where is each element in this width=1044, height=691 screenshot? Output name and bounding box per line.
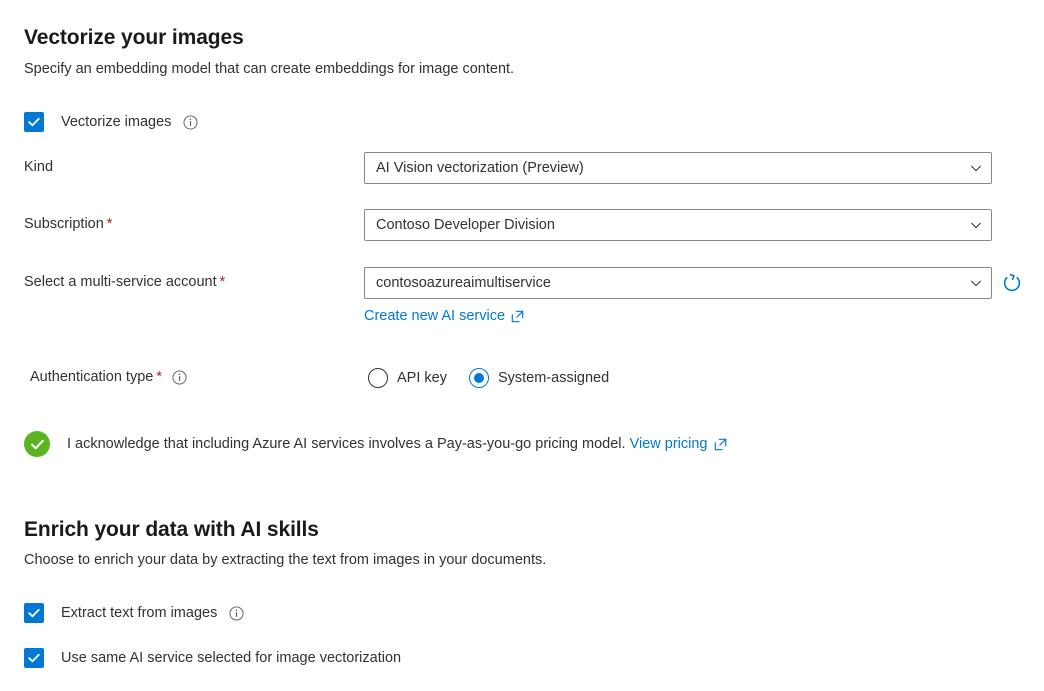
radio-system-assigned-circle[interactable] <box>469 368 489 388</box>
kind-label: Kind <box>24 159 53 175</box>
subscription-label: Subscription* <box>24 216 112 232</box>
radio-api-key[interactable]: API key <box>368 368 447 388</box>
authentication-type-radio-group[interactable]: API key System-assigned <box>368 368 609 388</box>
acknowledge-row: I acknowledge that including Azure AI se… <box>24 431 727 457</box>
refresh-icon[interactable] <box>1001 272 1023 294</box>
vectorize-images-label: Vectorize images <box>61 114 171 130</box>
green-check-circle-icon <box>24 431 50 457</box>
view-pricing-label: View pricing <box>630 436 708 452</box>
radio-system-assigned-label: System-assigned <box>498 370 609 386</box>
vectorize-images-checkbox-row[interactable]: Vectorize images <box>24 112 198 132</box>
kind-label-text: Kind <box>24 159 53 175</box>
create-new-ai-service-link[interactable]: Create new AI service <box>364 308 524 324</box>
info-icon[interactable] <box>172 370 187 385</box>
subscription-dropdown[interactable]: Contoso Developer Division <box>364 209 992 241</box>
extract-text-label: Extract text from images <box>61 605 217 621</box>
kind-dropdown[interactable]: AI Vision vectorization (Preview) <box>364 152 992 184</box>
use-same-ai-service-checkbox[interactable] <box>24 648 44 668</box>
radio-api-key-label: API key <box>397 370 447 386</box>
subscription-label-text: Subscription <box>24 216 104 232</box>
radio-api-key-circle[interactable] <box>368 368 388 388</box>
view-pricing-link[interactable]: View pricing <box>630 436 727 452</box>
multiservice-account-dropdown[interactable]: contosoazureaimultiservice <box>364 267 992 299</box>
radio-selected-dot <box>474 373 484 383</box>
subscription-required-marker: * <box>107 216 113 232</box>
chevron-down-icon <box>969 276 983 290</box>
vectorize-images-settings-page: Vectorize your images Specify an embeddi… <box>0 0 1044 691</box>
vectorize-section-subtitle: Specify an embedding model that can crea… <box>24 61 514 77</box>
vectorize-section-title: Vectorize your images <box>24 26 244 50</box>
multiservice-account-label-text: Select a multi-service account <box>24 274 217 290</box>
acknowledge-text: I acknowledge that including Azure AI se… <box>67 436 727 452</box>
multiservice-account-label: Select a multi-service account* <box>24 274 225 290</box>
radio-system-assigned[interactable]: System-assigned <box>469 368 609 388</box>
chevron-down-icon <box>969 218 983 232</box>
external-link-icon <box>714 438 727 451</box>
extract-text-checkbox-row[interactable]: Extract text from images <box>24 603 244 623</box>
authentication-type-label: Authentication type* <box>30 369 187 385</box>
info-icon[interactable] <box>183 115 198 130</box>
external-link-icon <box>511 310 524 323</box>
acknowledge-message: I acknowledge that including Azure AI se… <box>67 436 626 452</box>
multiservice-account-dropdown-value: contosoazureaimultiservice <box>376 275 969 291</box>
kind-dropdown-value: AI Vision vectorization (Preview) <box>376 160 969 176</box>
subscription-dropdown-value: Contoso Developer Division <box>376 217 969 233</box>
info-icon[interactable] <box>229 606 244 621</box>
enrich-section-subtitle: Choose to enrich your data by extracting… <box>24 552 546 568</box>
use-same-ai-service-label: Use same AI service selected for image v… <box>61 650 401 666</box>
authentication-type-label-text: Authentication type <box>30 369 153 385</box>
extract-text-checkbox[interactable] <box>24 603 44 623</box>
vectorize-images-checkbox[interactable] <box>24 112 44 132</box>
multiservice-required-marker: * <box>220 274 226 290</box>
chevron-down-icon <box>969 161 983 175</box>
create-new-ai-service-label: Create new AI service <box>364 308 505 324</box>
enrich-section-title: Enrich your data with AI skills <box>24 518 319 542</box>
use-same-ai-service-checkbox-row[interactable]: Use same AI service selected for image v… <box>24 648 401 668</box>
auth-required-marker: * <box>156 369 162 385</box>
